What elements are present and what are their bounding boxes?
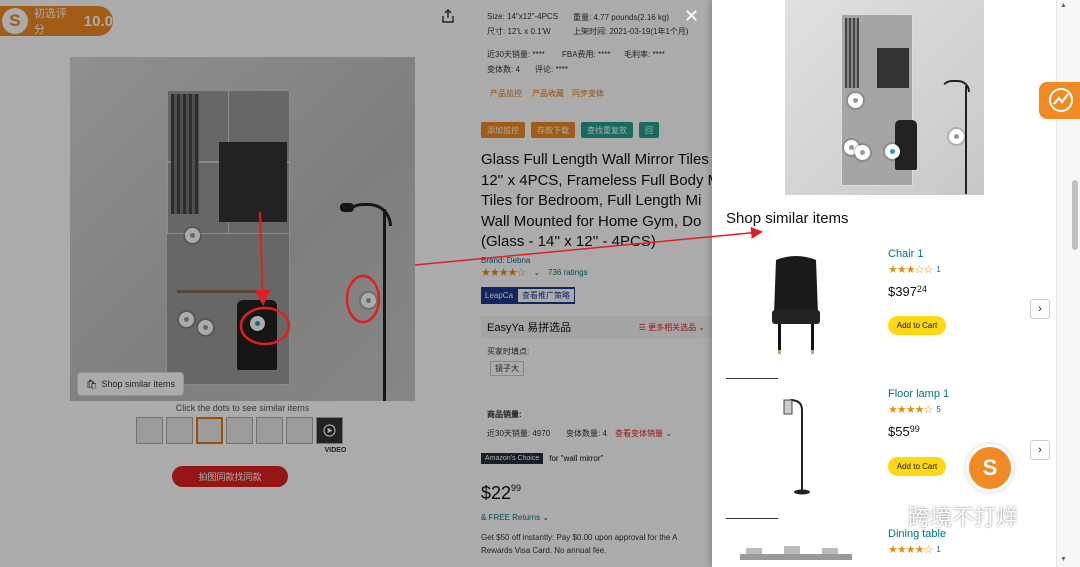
item-price: $5599 (888, 424, 920, 439)
chair-image[interactable] (726, 244, 866, 364)
item-rating: ★★★★☆ 5 (888, 403, 941, 416)
next-arrow-button[interactable]: › (1030, 440, 1050, 460)
price-dollars: $397 (888, 284, 917, 299)
panel-product-image (785, 0, 984, 195)
divider (726, 518, 778, 519)
item-name-link[interactable]: Chair 1 (888, 248, 923, 260)
item-rating: ★★★★☆ 1 (888, 543, 941, 556)
add-to-cart-button[interactable]: Add to Cart (888, 316, 946, 335)
wechat-icon (866, 500, 902, 532)
hotspot-dot[interactable] (855, 145, 870, 160)
item-price: $39724 (888, 284, 927, 299)
hotspot-dot-chair[interactable] (885, 144, 900, 159)
item-rating-count[interactable]: 1 (936, 265, 940, 274)
next-arrow-button[interactable]: › (1030, 299, 1050, 319)
floating-logo-button[interactable]: S (966, 444, 1014, 492)
watermark: 跨境不打烊 (866, 500, 1018, 532)
watermark-text: 跨境不打烊 (908, 505, 1019, 530)
floor-lamp-image[interactable] (726, 388, 866, 508)
dining-table-image[interactable] (726, 544, 866, 567)
similar-item-card[interactable]: Chair 1 ★★★☆☆ 1 $39724 Add to Cart › (726, 244, 1056, 380)
panel-title: Shop similar items (726, 210, 849, 227)
hotspot-dot-lamp[interactable] (949, 129, 964, 144)
chevron-right-icon: › (1038, 444, 1042, 456)
extension-trend-button[interactable] (1039, 82, 1080, 119)
item-stars[interactable]: ★★★★☆ (888, 403, 933, 416)
price-cents: 99 (909, 424, 920, 434)
scroll-up-arrow-icon[interactable]: ▲ (1060, 2, 1067, 9)
close-icon[interactable]: ✕ (684, 6, 699, 27)
modal-backdrop[interactable] (0, 0, 712, 567)
price-dollars: $55 (888, 424, 910, 439)
scrollbar-thumb[interactable] (1072, 180, 1078, 250)
product-page: S 初选评分 10.0 🛍 Shop similar items Click t… (0, 0, 712, 567)
item-name-link[interactable]: Floor lamp 1 (888, 388, 949, 400)
trend-chart-icon (1049, 88, 1073, 112)
scroll-down-arrow-icon[interactable]: ▼ (1060, 556, 1067, 563)
add-to-cart-button[interactable]: Add to Cart (888, 457, 946, 476)
item-rating-count[interactable]: 1 (936, 545, 940, 554)
item-stars[interactable]: ★★★★☆ (888, 543, 933, 556)
chevron-right-icon: › (1038, 303, 1042, 315)
hotspot-dot[interactable] (848, 93, 863, 108)
item-rating: ★★★☆☆ 1 (888, 263, 941, 276)
item-rating-count[interactable]: 5 (936, 405, 940, 414)
price-cents: 24 (916, 284, 927, 294)
divider (726, 378, 778, 379)
item-stars[interactable]: ★★★☆☆ (888, 263, 933, 276)
